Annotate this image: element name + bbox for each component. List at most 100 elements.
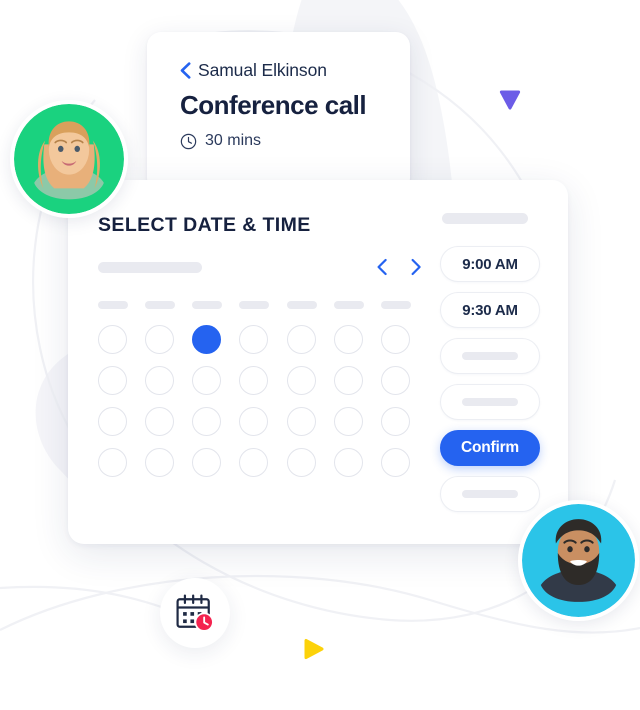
weekday-label-placeholder xyxy=(239,301,286,309)
time-slot-placeholder[interactable] xyxy=(440,338,540,374)
calendar-day[interactable] xyxy=(333,366,363,395)
calendar-day[interactable] xyxy=(239,448,269,477)
calendar-day-cell xyxy=(380,325,428,354)
time-slot-option[interactable]: 9:00 AM xyxy=(440,246,540,282)
calendar-day-cell xyxy=(192,325,239,354)
calendar-day-cell xyxy=(333,448,381,477)
selected-date-placeholder xyxy=(442,213,528,224)
calendar-day-cell xyxy=(145,407,192,436)
weekday-label-placeholder xyxy=(145,301,192,309)
calendar-day[interactable] xyxy=(145,366,175,395)
meeting-info-card: Samual Elkinson Conference call 30 mins xyxy=(147,32,410,192)
calendar-day-cell xyxy=(145,325,192,354)
weekday-label-placeholder xyxy=(192,301,239,309)
calendar-day-cell xyxy=(192,407,239,436)
calendar xyxy=(98,256,428,477)
skeleton-bar xyxy=(239,301,270,309)
calendar-day[interactable] xyxy=(333,325,363,354)
calendar-day[interactable] xyxy=(380,407,410,436)
avatar-man xyxy=(518,500,639,621)
duration-row: 30 mins xyxy=(180,132,410,150)
calendar-day-cell xyxy=(98,325,145,354)
calendar-day-cell xyxy=(239,407,286,436)
skeleton-bar xyxy=(462,352,518,360)
calendar-day-cell xyxy=(286,407,334,436)
calendar-day[interactable] xyxy=(192,366,222,395)
weekday-label-placeholder xyxy=(286,301,334,309)
calendar-day[interactable] xyxy=(192,407,222,436)
calendar-day-cell xyxy=(333,366,381,395)
duration-label: 30 mins xyxy=(205,132,262,149)
calendar-nav xyxy=(376,258,428,276)
host-name: Samual Elkinson xyxy=(198,60,327,80)
calendar-day-cell xyxy=(380,366,428,395)
chevron-left-icon[interactable] xyxy=(376,258,388,276)
calendar-day[interactable] xyxy=(286,448,316,477)
calendar-day-cell xyxy=(333,407,381,436)
calendar-clock-icon xyxy=(176,594,214,632)
triangle-purple-icon xyxy=(499,90,521,110)
calendar-day[interactable] xyxy=(333,407,363,436)
date-time-picker-card: SELECT DATE & TIME 9:00 AM 9:30 AM Confirm xyxy=(68,180,568,544)
calendar-day-cell xyxy=(192,448,239,477)
host-row[interactable]: Samual Elkinson xyxy=(180,60,410,81)
picker-heading: SELECT DATE & TIME xyxy=(98,214,311,236)
calendar-day[interactable] xyxy=(192,448,222,477)
skeleton-bar xyxy=(286,301,317,309)
clock-icon xyxy=(180,133,197,149)
calendar-day[interactable] xyxy=(380,448,410,477)
calendar-day[interactable] xyxy=(286,366,316,395)
meeting-title: Conference call xyxy=(180,90,367,120)
time-slot-placeholder[interactable] xyxy=(440,476,540,512)
skeleton-bar xyxy=(462,398,518,406)
calendar-day-cell xyxy=(239,325,286,354)
chevron-right-icon[interactable] xyxy=(410,258,422,276)
skeleton-bar xyxy=(380,301,411,309)
skeleton-bar xyxy=(98,301,128,309)
skeleton-bar xyxy=(462,490,518,498)
calendar-day-cell xyxy=(286,366,334,395)
calendar-day-cell xyxy=(333,325,381,354)
calendar-day-cell xyxy=(239,448,286,477)
calendar-day-cell xyxy=(145,366,192,395)
weekday-label-placeholder xyxy=(98,301,145,309)
time-slot-placeholder[interactable] xyxy=(440,384,540,420)
calendar-day[interactable] xyxy=(380,325,410,354)
time-slot-label: 9:00 AM xyxy=(462,255,518,273)
weekday-label-placeholder xyxy=(380,301,428,309)
calendar-day[interactable] xyxy=(98,448,127,477)
month-label-placeholder xyxy=(98,261,202,273)
calendar-day[interactable] xyxy=(286,407,316,436)
calendar-clock-badge xyxy=(160,578,230,648)
calendar-day-cell xyxy=(286,325,334,354)
calendar-day-cell xyxy=(145,448,192,477)
calendar-day-selected[interactable] xyxy=(192,325,222,354)
calendar-day[interactable] xyxy=(145,325,175,354)
skeleton-bar xyxy=(192,301,223,309)
calendar-day-grid xyxy=(98,325,428,477)
calendar-day-cell xyxy=(239,366,286,395)
calendar-day[interactable] xyxy=(380,366,410,395)
skeleton-bar xyxy=(333,301,364,309)
calendar-day[interactable] xyxy=(98,366,127,395)
calendar-day-cell xyxy=(98,407,145,436)
scheduling-illustration: Samual Elkinson Conference call 30 mins … xyxy=(0,0,640,710)
calendar-day[interactable] xyxy=(145,448,175,477)
calendar-day[interactable] xyxy=(239,407,269,436)
calendar-day[interactable] xyxy=(239,366,269,395)
calendar-day[interactable] xyxy=(239,325,269,354)
calendar-day[interactable] xyxy=(286,325,316,354)
calendar-day-cell xyxy=(286,448,334,477)
calendar-day-cell xyxy=(98,366,145,395)
calendar-day[interactable] xyxy=(98,407,127,436)
calendar-day-cell xyxy=(192,366,239,395)
chevron-left-icon[interactable] xyxy=(180,62,191,79)
calendar-day[interactable] xyxy=(98,325,127,354)
calendar-day[interactable] xyxy=(333,448,363,477)
time-slot-option[interactable]: 9:30 AM xyxy=(440,292,540,328)
avatar-woman xyxy=(10,100,128,218)
skeleton-bar xyxy=(145,301,176,309)
calendar-day[interactable] xyxy=(145,407,175,436)
calendar-day-cell xyxy=(380,407,428,436)
confirm-button[interactable]: Confirm xyxy=(440,430,540,466)
